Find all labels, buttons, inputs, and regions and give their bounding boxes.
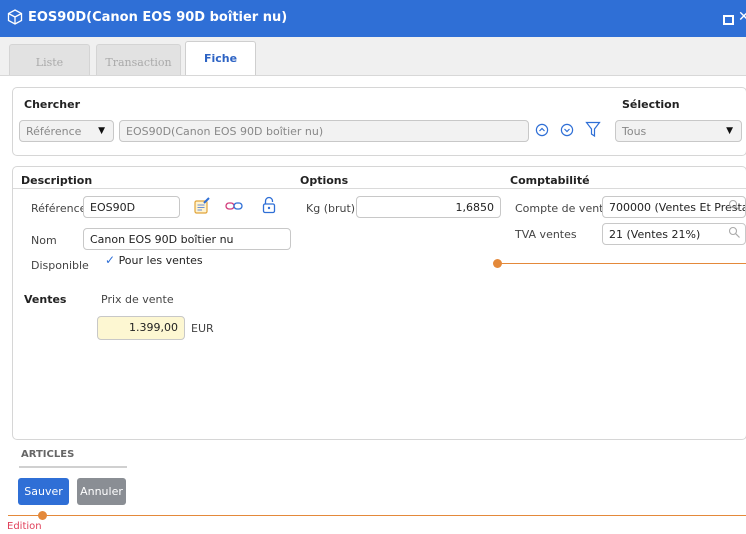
currency-label: EUR (191, 322, 214, 335)
product-form-panel: Description Options Comptabilité Référen… (12, 166, 746, 440)
available-checkbox[interactable]: ✓ Pour les ventes (105, 253, 203, 267)
comptabilite-heading: Comptabilité (510, 174, 590, 187)
weight-label: Kg (brut) (306, 202, 356, 215)
cancel-button[interactable]: Annuler (77, 478, 126, 505)
sales-account-field[interactable]: 700000 (Ventes Et Prestations) (602, 196, 746, 218)
cube-icon (7, 9, 23, 25)
dropdown-arrow-icon: ▼ (726, 126, 733, 136)
reference-label: Référence (31, 202, 87, 215)
section-divider (13, 188, 746, 189)
description-heading: Description (21, 174, 93, 187)
sales-account-label: Compte de vente (515, 202, 611, 215)
window-title: EOS90D(Canon EOS 90D boîtier nu) (28, 10, 288, 25)
reference-field[interactable]: EOS90D (83, 196, 180, 218)
lock-icon[interactable] (262, 196, 276, 214)
vat-value: 21 (Ventes 21%) (609, 228, 701, 241)
search-heading: Chercher (24, 98, 81, 111)
tab-bar: Liste Transaction Fiche (0, 37, 746, 76)
selection-select[interactable]: Tous ▼ (615, 120, 742, 142)
articles-underline (19, 466, 127, 468)
edition-status: Edition (7, 521, 42, 532)
tab-transaction[interactable]: Transaction (96, 44, 181, 75)
link-icon[interactable] (225, 199, 243, 213)
chevron-up-circle-icon[interactable] (535, 123, 549, 137)
tab-liste[interactable]: Liste (9, 44, 90, 75)
articles-heading: ARTICLES (21, 449, 75, 460)
vat-label: TVA ventes (515, 228, 577, 241)
available-checkbox-label: Pour les ventes (118, 254, 203, 267)
maximize-button[interactable] (723, 15, 734, 25)
selection-heading: Sélection (622, 98, 680, 111)
options-heading: Options (300, 174, 349, 187)
checkmark-icon: ✓ (105, 253, 116, 267)
chevron-down-circle-icon[interactable] (560, 123, 574, 137)
window-titlebar: EOS90D(Canon EOS 90D boîtier nu) ✕ (0, 0, 746, 37)
search-panel: Chercher Sélection Référence ▼ EOS90D(Ca… (12, 87, 746, 156)
weight-field[interactable]: 1,6850 (356, 196, 501, 218)
dropdown-arrow-icon: ▼ (98, 126, 105, 136)
search-icon[interactable] (728, 199, 741, 212)
filter-icon[interactable] (585, 121, 601, 138)
search-input[interactable]: EOS90D(Canon EOS 90D boîtier nu) (119, 120, 529, 142)
connector-line (500, 263, 746, 264)
selection-select-value: Tous (622, 125, 647, 138)
name-label: Nom (31, 234, 57, 247)
save-button[interactable]: Sauver (18, 478, 69, 505)
price-label: Prix de vente (101, 293, 174, 306)
vat-field[interactable]: 21 (Ventes 21%) (602, 223, 746, 245)
price-field[interactable]: 1.399,00 (97, 316, 185, 340)
search-icon[interactable] (728, 226, 741, 239)
tab-fiche[interactable]: Fiche (185, 41, 256, 75)
search-field-select-value: Référence (26, 125, 82, 138)
available-label: Disponible (31, 259, 89, 272)
status-line (8, 515, 746, 516)
edit-note-icon[interactable] (193, 197, 211, 215)
name-field[interactable]: Canon EOS 90D boîtier nu (83, 228, 291, 250)
search-field-select[interactable]: Référence ▼ (19, 120, 114, 142)
sales-account-value: 700000 (Ventes Et Prestations) (609, 201, 746, 214)
close-button[interactable]: ✕ (738, 9, 746, 25)
ventes-heading: Ventes (24, 293, 67, 306)
